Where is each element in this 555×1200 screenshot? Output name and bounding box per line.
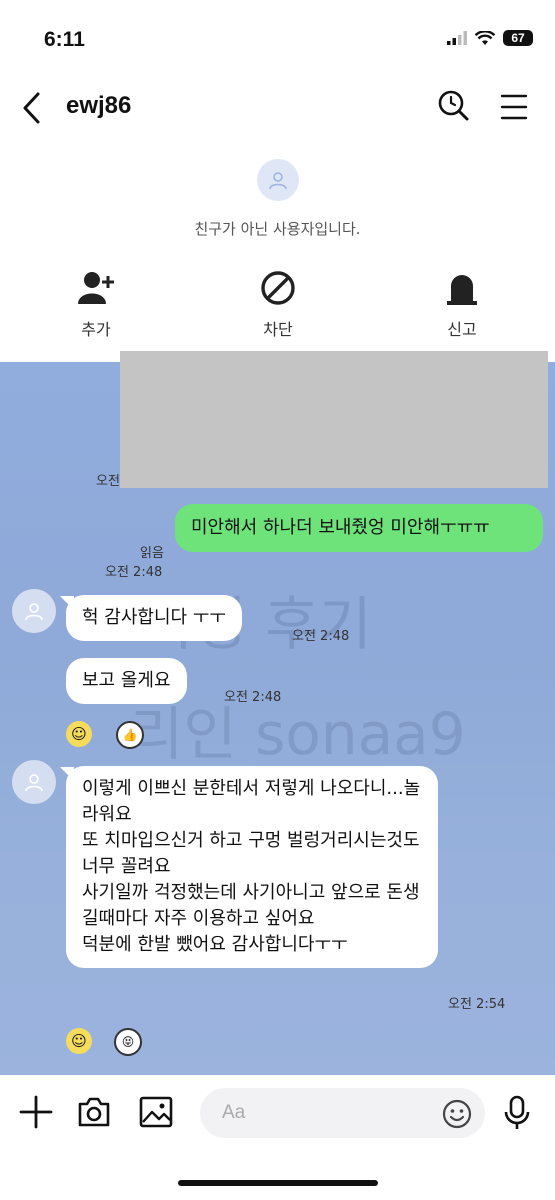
wifi-icon	[475, 30, 495, 45]
sticker-reaction-icon[interactable]: 👍	[116, 721, 144, 749]
add-friend-action[interactable]: 추가	[36, 270, 156, 340]
received-message-bubble[interactable]: 보고 올게요	[66, 658, 187, 704]
read-receipt: 읽음	[140, 546, 164, 561]
status-time: 6:11	[44, 28, 85, 51]
signal-icon	[447, 31, 467, 45]
received-message-time: 오전 2:48	[292, 629, 350, 644]
received-message-time: 오전 2:54	[448, 997, 506, 1012]
chat-title: ewj86	[66, 92, 132, 119]
plus-button[interactable]	[18, 1094, 54, 1134]
camera-icon	[78, 1097, 110, 1127]
smile-reaction-icon[interactable]: ☺	[66, 721, 92, 747]
add-friend-label: 추가	[81, 320, 111, 339]
emoji-button[interactable]	[441, 1098, 473, 1134]
image-icon	[139, 1096, 173, 1128]
report-label: 신고	[447, 320, 477, 339]
censored-image[interactable]	[120, 351, 548, 488]
sender-avatar[interactable]	[12, 760, 56, 804]
hamburger-icon	[500, 94, 528, 120]
profile-avatar[interactable]	[257, 159, 299, 201]
chevron-left-icon	[23, 92, 40, 124]
battery-indicator: 67	[503, 30, 533, 46]
status-icons: 67	[447, 30, 533, 46]
report-action[interactable]: 신고	[402, 270, 522, 340]
sender-avatar[interactable]	[12, 589, 56, 633]
back-button[interactable]	[18, 88, 48, 128]
sent-message-time: 오전 2:48	[105, 565, 163, 580]
smile-icon	[442, 1099, 472, 1129]
home-indicator	[178, 1180, 378, 1186]
non-friend-notice: 친구가 아닌 사용자입니다.	[194, 220, 361, 238]
message-input-placeholder: Aa	[222, 1102, 246, 1123]
camera-button[interactable]	[76, 1095, 112, 1133]
person-icon	[25, 774, 43, 792]
person-icon	[269, 172, 287, 190]
menu-button[interactable]	[498, 92, 530, 122]
report-icon	[447, 275, 477, 305]
voice-button[interactable]	[502, 1094, 532, 1136]
sticker-reaction-icon[interactable]: 😝	[114, 1028, 142, 1056]
block-icon	[261, 271, 295, 305]
received-message-bubble[interactable]: 이렇게 이쁘신 분한테서 저렇게 나오다니...놀라워요 또 치마입으신거 하고…	[66, 766, 438, 968]
block-action[interactable]: 차단	[218, 270, 338, 340]
partial-timestamp: 오전	[96, 474, 120, 489]
gallery-button[interactable]	[138, 1095, 174, 1133]
search-icon	[438, 90, 469, 121]
smile-reaction-icon[interactable]: ☺	[66, 1028, 92, 1054]
person-icon	[25, 603, 43, 621]
received-message-bubble[interactable]: 헉 감사합니다 ㅜㅜ	[66, 595, 242, 641]
add-friend-icon	[78, 272, 114, 304]
search-button[interactable]	[436, 88, 470, 124]
microphone-icon	[504, 1095, 530, 1129]
sent-message-bubble[interactable]: 미안해서 하나더 보내줬엉 미안해ㅜㅠㅠ	[175, 504, 543, 552]
block-label: 차단	[263, 320, 293, 339]
received-message-time: 오전 2:48	[224, 690, 282, 705]
plus-icon	[19, 1095, 53, 1129]
